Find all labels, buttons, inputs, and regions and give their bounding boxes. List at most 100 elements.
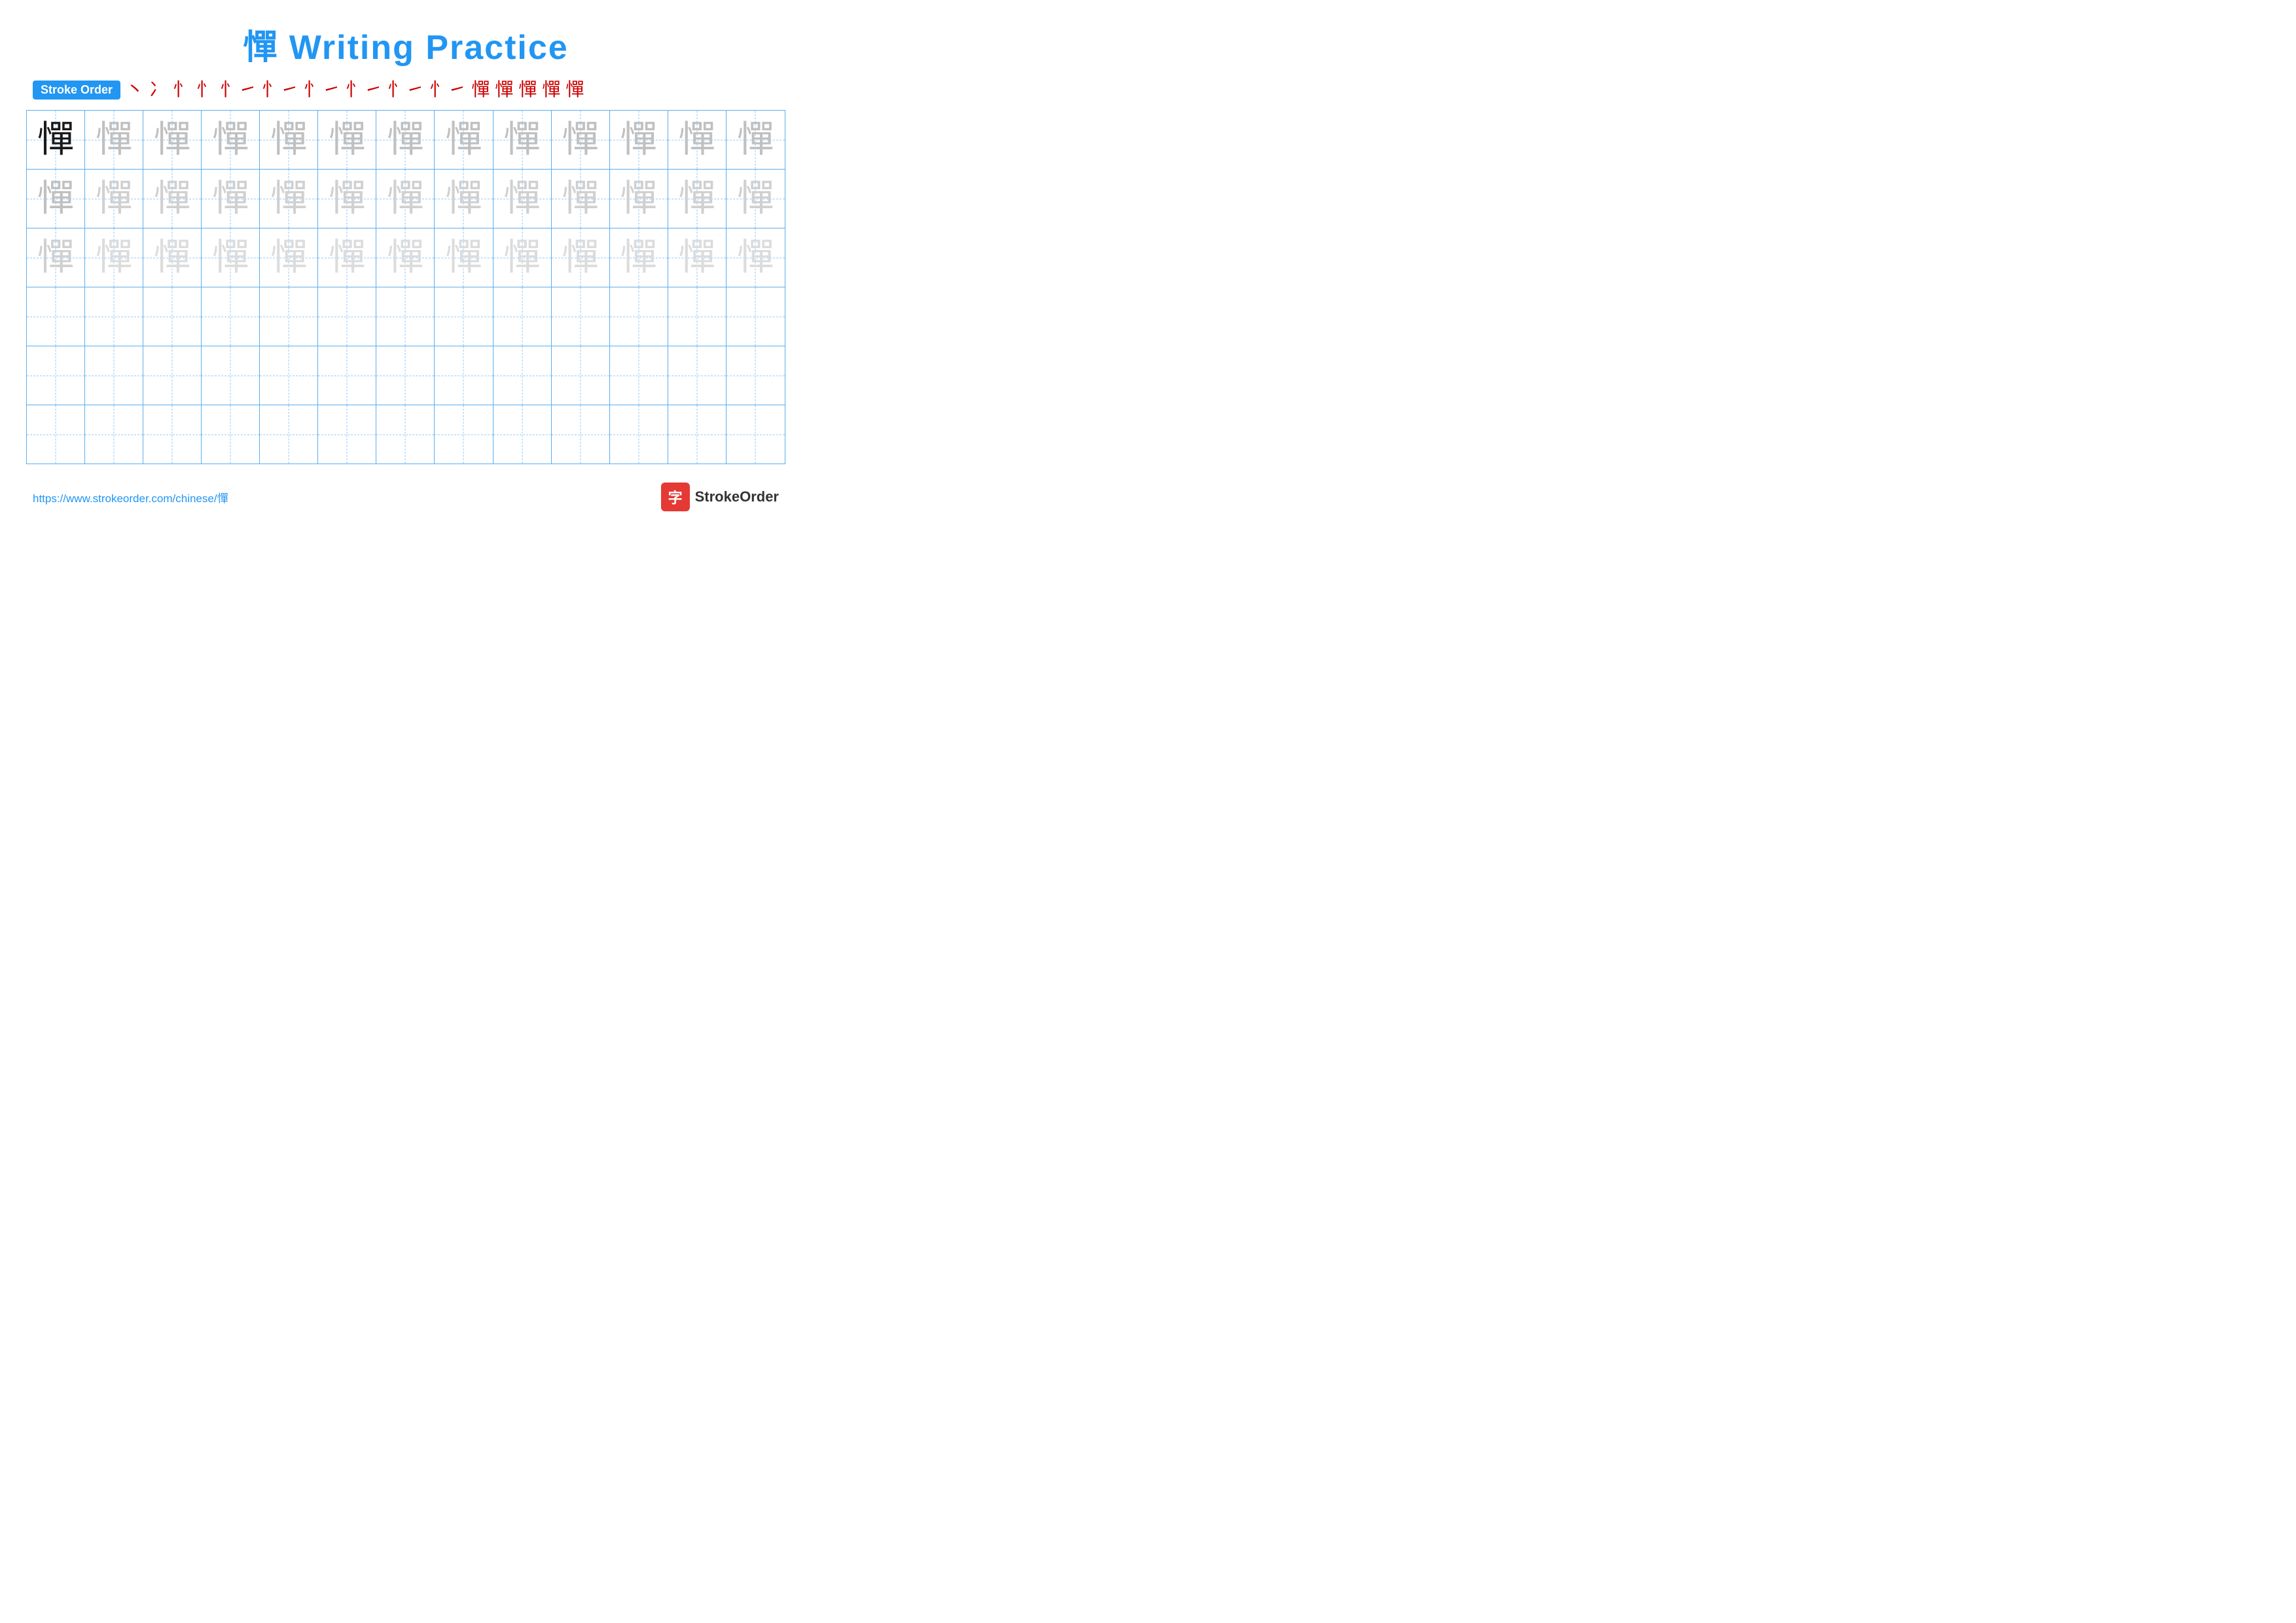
cell-1-3[interactable]: 憚: [143, 111, 202, 169]
cell-4-10[interactable]: [552, 287, 610, 346]
cell-3-6[interactable]: 憚: [318, 228, 376, 287]
cell-1-9[interactable]: 憚: [493, 111, 552, 169]
cell-5-12[interactable]: [668, 346, 726, 405]
cell-2-4[interactable]: 憚: [202, 170, 260, 228]
cell-1-6[interactable]: 憚: [318, 111, 376, 169]
cell-1-5[interactable]: 憚: [260, 111, 318, 169]
cell-4-3[interactable]: [143, 287, 202, 346]
char-guide: 憚: [562, 240, 599, 276]
cell-4-1[interactable]: [27, 287, 85, 346]
cell-4-8[interactable]: [435, 287, 493, 346]
cell-5-11[interactable]: [610, 346, 668, 405]
char-guide: 憚: [445, 122, 482, 158]
char-guide: 憚: [679, 240, 715, 276]
grid-row-3: 憚 憚 憚 憚 憚 憚 憚 憚 憚 憚 憚 憚: [27, 228, 785, 287]
cell-6-12[interactable]: [668, 405, 726, 464]
grid-row-2: 憚 憚 憚 憚 憚 憚 憚 憚 憚 憚 憚 憚: [27, 170, 785, 228]
cell-5-2[interactable]: [85, 346, 143, 405]
char-guide: 憚: [562, 181, 599, 217]
cell-3-11[interactable]: 憚: [610, 228, 668, 287]
cell-2-6[interactable]: 憚: [318, 170, 376, 228]
char-guide: 憚: [270, 240, 307, 276]
cell-6-1[interactable]: [27, 405, 85, 464]
cell-6-3[interactable]: [143, 405, 202, 464]
cell-2-7[interactable]: 憚: [376, 170, 435, 228]
cell-1-8[interactable]: 憚: [435, 111, 493, 169]
grid-row-6: [27, 405, 785, 464]
cell-2-3[interactable]: 憚: [143, 170, 202, 228]
cell-4-7[interactable]: [376, 287, 435, 346]
cell-1-4[interactable]: 憚: [202, 111, 260, 169]
cell-2-13[interactable]: 憚: [726, 170, 785, 228]
stroke-5: 忄㇀: [220, 81, 257, 100]
cell-3-12[interactable]: 憚: [668, 228, 726, 287]
stroke-1: 丶: [126, 81, 144, 100]
char-guide: 憚: [387, 122, 423, 158]
cell-4-13[interactable]: [726, 287, 785, 346]
cell-2-9[interactable]: 憚: [493, 170, 552, 228]
cell-5-6[interactable]: [318, 346, 376, 405]
cell-3-10[interactable]: 憚: [552, 228, 610, 287]
cell-3-7[interactable]: 憚: [376, 228, 435, 287]
cell-3-8[interactable]: 憚: [435, 228, 493, 287]
stroke-15: 憚: [565, 81, 584, 100]
cell-6-9[interactable]: [493, 405, 552, 464]
cell-5-4[interactable]: [202, 346, 260, 405]
char-guide: 憚: [154, 181, 190, 217]
cell-1-7[interactable]: 憚: [376, 111, 435, 169]
stroke-7: 忄㇀: [304, 81, 340, 100]
footer-logo-char: 字: [668, 486, 683, 507]
cell-4-2[interactable]: [85, 287, 143, 346]
cell-6-2[interactable]: [85, 405, 143, 464]
cell-5-9[interactable]: [493, 346, 552, 405]
cell-3-1[interactable]: 憚: [27, 228, 85, 287]
cell-5-10[interactable]: [552, 346, 610, 405]
cell-1-10[interactable]: 憚: [552, 111, 610, 169]
cell-6-11[interactable]: [610, 405, 668, 464]
cell-4-12[interactable]: [668, 287, 726, 346]
cell-2-10[interactable]: 憚: [552, 170, 610, 228]
cell-4-6[interactable]: [318, 287, 376, 346]
cell-1-2[interactable]: 憚: [85, 111, 143, 169]
footer: https://www.strokeorder.com/chinese/憚 字 …: [26, 483, 785, 511]
cell-1-13[interactable]: 憚: [726, 111, 785, 169]
char-guide: 憚: [329, 122, 365, 158]
cell-5-8[interactable]: [435, 346, 493, 405]
cell-2-11[interactable]: 憚: [610, 170, 668, 228]
cell-5-13[interactable]: [726, 346, 785, 405]
cell-1-12[interactable]: 憚: [668, 111, 726, 169]
cell-4-9[interactable]: [493, 287, 552, 346]
cell-2-2[interactable]: 憚: [85, 170, 143, 228]
cell-2-1[interactable]: 憚: [27, 170, 85, 228]
cell-5-3[interactable]: [143, 346, 202, 405]
cell-3-3[interactable]: 憚: [143, 228, 202, 287]
cell-3-5[interactable]: 憚: [260, 228, 318, 287]
cell-2-8[interactable]: 憚: [435, 170, 493, 228]
cell-3-9[interactable]: 憚: [493, 228, 552, 287]
cell-6-13[interactable]: [726, 405, 785, 464]
char-guide: 憚: [212, 181, 249, 217]
cell-5-1[interactable]: [27, 346, 85, 405]
cell-3-2[interactable]: 憚: [85, 228, 143, 287]
cell-2-5[interactable]: 憚: [260, 170, 318, 228]
cell-5-7[interactable]: [376, 346, 435, 405]
practice-grid: 憚 憚 憚 憚 憚 憚 憚 憚 憚 憚 憚 憚: [26, 110, 785, 464]
cell-6-6[interactable]: [318, 405, 376, 464]
cell-5-5[interactable]: [260, 346, 318, 405]
cell-6-10[interactable]: [552, 405, 610, 464]
cell-6-4[interactable]: [202, 405, 260, 464]
char-dark: 憚: [37, 122, 74, 158]
cell-6-7[interactable]: [376, 405, 435, 464]
char-guide: 憚: [737, 122, 774, 158]
cell-2-12[interactable]: 憚: [668, 170, 726, 228]
char-guide: 憚: [37, 240, 74, 276]
cell-1-1[interactable]: 憚: [27, 111, 85, 169]
cell-6-8[interactable]: [435, 405, 493, 464]
cell-1-11[interactable]: 憚: [610, 111, 668, 169]
cell-3-13[interactable]: 憚: [726, 228, 785, 287]
cell-4-5[interactable]: [260, 287, 318, 346]
cell-3-4[interactable]: 憚: [202, 228, 260, 287]
cell-4-11[interactable]: [610, 287, 668, 346]
cell-4-4[interactable]: [202, 287, 260, 346]
cell-6-5[interactable]: [260, 405, 318, 464]
